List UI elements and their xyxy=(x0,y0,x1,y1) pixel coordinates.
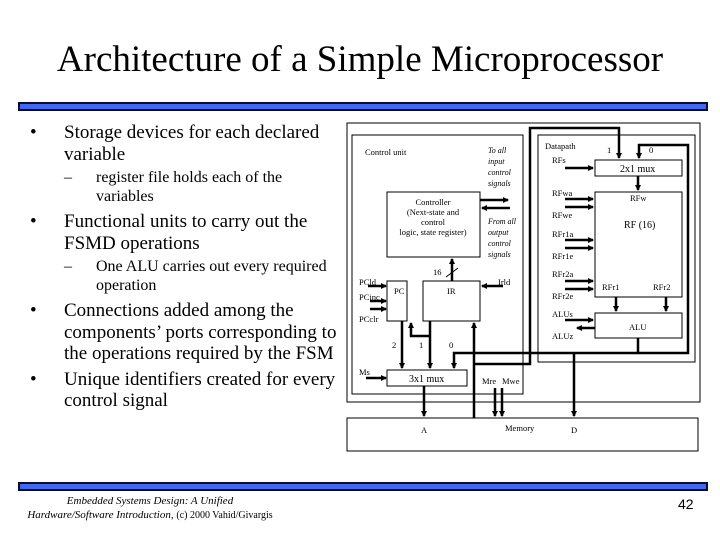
mux3-input-0: 0 xyxy=(449,340,453,350)
page-number: 42 xyxy=(678,496,694,512)
from-outputs-label: From all output control signals xyxy=(487,217,517,259)
aluz-label: ALUz xyxy=(552,331,573,341)
mux3-input-1: 1 xyxy=(419,340,423,350)
alus-label: ALUs xyxy=(552,309,573,319)
ir-label: IR xyxy=(447,286,456,296)
mux2-label: 2x1 mux xyxy=(620,164,655,175)
bottom-divider xyxy=(18,482,708,491)
memory-addr-label: A xyxy=(421,425,428,435)
alu-label: ALU xyxy=(629,322,646,332)
controller-label: Controller (Next-state and control logic, s… xyxy=(399,197,466,237)
pcinc-label: PCinc xyxy=(359,292,380,302)
footer-line1: Embedded Systems Design: A Unified xyxy=(66,495,234,507)
rfr1-label: RFr1 xyxy=(602,282,619,292)
memory-label: Memory xyxy=(505,423,535,433)
footer-citation: Embedded Systems Design: A Unified Hardw… xyxy=(0,494,300,523)
microprocessor-diagram: Control unit To all input control signals F… xyxy=(346,122,701,452)
mux2-input-1: 1 xyxy=(607,145,611,155)
rf-to-mux3-wire xyxy=(451,351,638,369)
rfr1e-label: RFr1e xyxy=(552,251,573,261)
ms-label: Ms xyxy=(359,367,370,377)
datapath-box xyxy=(537,134,696,363)
ir-to-pc-wire xyxy=(408,322,430,338)
rfs-label: RFs xyxy=(552,155,566,165)
rfr2e-label: RFr2e xyxy=(552,291,573,301)
rfr1a-label: RFr1a xyxy=(552,229,573,239)
footer-line2-plain: (c) 2000 Vahid/Givargis xyxy=(176,510,273,521)
pcld-label: PCld xyxy=(359,277,377,287)
rfr2a-label: RFr2a xyxy=(552,269,573,279)
rfw-label: RFw xyxy=(630,193,647,203)
rfwe-label: RFwe xyxy=(552,210,573,220)
memory-data-label: D xyxy=(571,425,577,435)
mux3-input-2: 2 xyxy=(392,340,396,350)
bus-width-label: 16 xyxy=(433,267,442,277)
datapath-label: Datapath xyxy=(545,141,576,151)
mux2-input-0: 0 xyxy=(649,145,653,155)
mux3-label: 3x1 mux xyxy=(409,374,444,385)
rfwa-label: RFwa xyxy=(552,188,573,198)
rf-label: RF (16) xyxy=(624,220,655,231)
to-inputs-label: To all input control signals xyxy=(488,146,512,188)
pc-label: PC xyxy=(394,286,405,296)
pcclr-label: PCclr xyxy=(359,314,379,324)
footer-line2-italic: Hardware/Software Introduction, xyxy=(27,509,174,521)
mre-label: Mre xyxy=(482,376,496,386)
irld-label: Irld xyxy=(498,277,511,287)
control-unit-label: Control unit xyxy=(365,147,407,157)
mwe-label: Mwe xyxy=(502,376,520,386)
rfr2-label: RFr2 xyxy=(653,282,670,292)
